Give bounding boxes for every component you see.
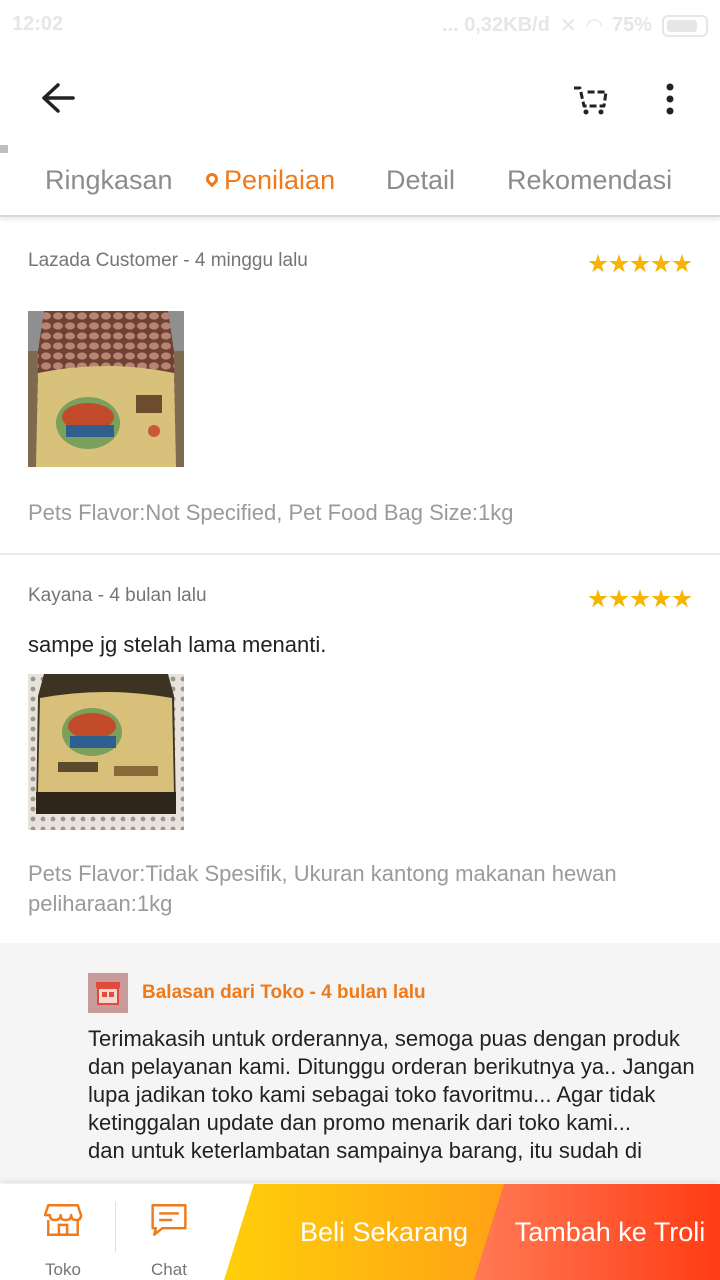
star-icon (672, 254, 692, 273)
store-label: Toko (45, 1260, 81, 1279)
product-photo-caesar-jar (28, 311, 184, 467)
chat-icon (151, 1204, 187, 1236)
add-to-cart-button[interactable]: Tambah ke Troli (474, 1184, 720, 1280)
review-variant: Pets Flavor:Not Specified, Pet Food Bag … (28, 500, 514, 525)
star-icon (609, 589, 629, 608)
chat-button[interactable]: Chat (119, 1184, 219, 1280)
more-vertical-icon (666, 83, 674, 115)
star-icon (609, 254, 629, 273)
star-icon (588, 254, 608, 273)
review-author: Lazada Customer - 4 minggu lalu (28, 250, 308, 271)
bottom-action-bar: Toko Chat Beli Sekarang Tambah ke Troli (0, 1184, 720, 1280)
cart-icon (574, 86, 608, 115)
buy-now-label: Beli Sekarang (299, 1216, 469, 1247)
battery-percent: 75% (611, 14, 652, 36)
rating-stars (588, 254, 692, 274)
store-icon (96, 982, 120, 1005)
star-icon (630, 589, 650, 608)
location-pin-icon (203, 170, 221, 188)
section-tabs: Ringkasan Penilaian Detail Rekomendasi (0, 145, 720, 217)
chat-label: Chat (151, 1260, 187, 1279)
app-bar (0, 50, 720, 145)
status-time: 12:02 (12, 13, 64, 35)
battery-icon (662, 14, 708, 37)
review-item: Lazada Customer - 4 minggu lalu Pets Fla… (0, 219, 720, 553)
seller-reply: Balasan dari Toko - 4 bulan lalu Terimak… (0, 943, 720, 1183)
review-item: Kayana - 4 bulan lalu sampe jg stelah la… (0, 555, 720, 943)
tab-penilaian[interactable]: Penilaian (203, 165, 336, 196)
tab-rekomendasi[interactable]: Rekomendasi (507, 165, 672, 196)
review-photo[interactable] (28, 311, 184, 467)
review-author: Kayana - 4 bulan lalu (28, 585, 207, 606)
cart-button[interactable] (566, 78, 614, 120)
seller-avatar (88, 973, 128, 1013)
star-icon (672, 589, 692, 608)
tab-penilaian-label: Penilaian (224, 165, 336, 195)
seller-reply-heading: Balasan dari Toko - 4 bulan lalu (142, 982, 426, 1003)
product-photo-caesar-jar-on-doily (28, 674, 184, 830)
signal-icon: ✕ (559, 15, 577, 37)
store-button[interactable]: Toko (13, 1184, 113, 1280)
star-icon (630, 254, 650, 273)
bottom-separator (115, 1202, 116, 1252)
wifi-icon: ◠ (586, 15, 602, 37)
store-icon (43, 1204, 83, 1236)
star-icon (651, 589, 671, 608)
network-speed: ... 0,32KB/d (442, 14, 550, 36)
arrow-left-icon (42, 83, 75, 113)
review-variant: Pets Flavor:Tidak Spesifik, Ukuran kanto… (28, 861, 617, 916)
scroll-marker (0, 145, 8, 153)
status-icons: ... 0,32KB/d ✕ ◠ 75% (442, 13, 708, 38)
tab-ringkasan[interactable]: Ringkasan (45, 165, 173, 196)
more-options-button[interactable] (650, 78, 690, 120)
buy-now-button[interactable]: Beli Sekarang (224, 1184, 514, 1280)
star-icon (651, 254, 671, 273)
star-icon (588, 589, 608, 608)
rating-stars (588, 589, 692, 609)
add-to-cart-label: Tambah ke Troli (514, 1216, 706, 1247)
seller-reply-text: Terimakasih untuk orderannya, semoga pua… (88, 1026, 695, 1163)
status-bar: 12:02 ... 0,32KB/d ✕ ◠ 75% (0, 0, 720, 50)
back-button[interactable] (34, 74, 82, 122)
tab-detail[interactable]: Detail (386, 165, 455, 196)
review-text: sampe jg stelah lama menanti. (28, 632, 327, 657)
review-photo[interactable] (28, 674, 184, 830)
